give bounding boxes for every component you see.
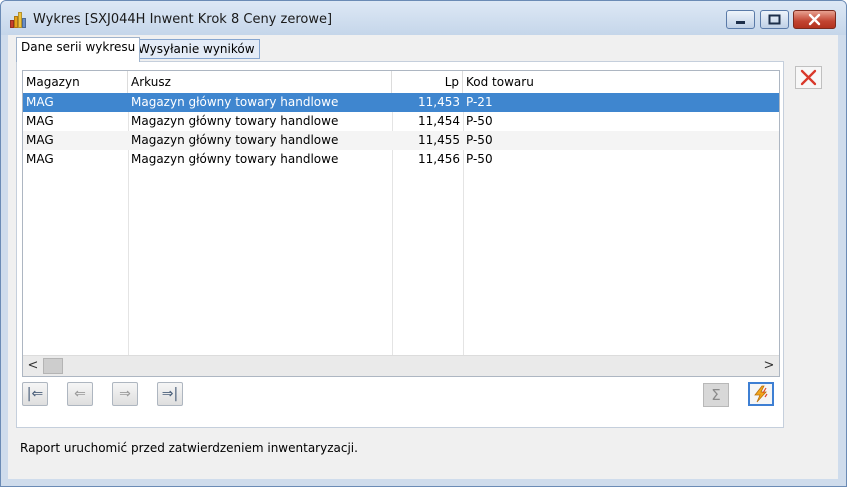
maximize-icon [768, 14, 781, 25]
close-button[interactable] [793, 10, 836, 29]
delete-button[interactable] [795, 66, 822, 89]
table-row[interactable]: MAG Magazyn główny towary handlowe 11,45… [23, 112, 779, 131]
application-window: Wykres [SXJ044H Inwent Krok 8 Ceny zerow… [0, 0, 847, 487]
cell-kod-towaru: P-21 [466, 95, 493, 109]
column-header-kod-towaru[interactable]: Kod towaru [463, 71, 779, 93]
lightning-icon [754, 385, 768, 403]
last-record-button[interactable]: ⇒| [157, 382, 183, 406]
table-row-selected[interactable]: MAG Magazyn główny towary handlowe 11,45… [23, 93, 779, 112]
tab-dane-serii-wykresu[interactable]: Dane serii wykresu [16, 37, 141, 62]
cell-arkusz: Magazyn główny towary handlowe [131, 114, 339, 128]
sum-button[interactable]: Σ [703, 383, 729, 407]
status-message: Raport uruchomić przed zatwierdzeniem in… [20, 441, 358, 455]
cell-lp: 11,456 [418, 152, 460, 166]
title-bar[interactable]: Wykres [SXJ044H Inwent Krok 8 Ceny zerow… [1, 1, 846, 35]
window-content: Dane serii wykresu Wysyłanie wyników Mag… [8, 35, 838, 479]
scroll-left-button[interactable]: < [23, 356, 43, 376]
maximize-button[interactable] [760, 10, 789, 29]
cell-lp: 11,453 [418, 95, 460, 109]
column-header-lp[interactable]: Lp [392, 71, 463, 93]
cell-lp: 11,454 [418, 114, 460, 128]
cell-arkusz: Magazyn główny towary handlowe [131, 152, 339, 166]
table-row[interactable]: MAG Magazyn główny towary handlowe 11,45… [23, 150, 779, 169]
cell-lp: 11,455 [418, 133, 460, 147]
chart-app-icon [10, 12, 28, 28]
minimize-button[interactable] [726, 10, 755, 29]
cell-arkusz: Magazyn główny towary handlowe [131, 95, 339, 109]
column-header-magazyn[interactable]: Magazyn [23, 71, 128, 93]
tab-panel: Magazyn Arkusz Lp Kod towaru MAG Magazyn… [16, 61, 784, 428]
minimize-icon [736, 21, 745, 24]
cell-magazyn: MAG [26, 95, 54, 109]
cell-arkusz: Magazyn główny towary handlowe [131, 133, 339, 147]
cell-kod-towaru: P-50 [466, 152, 493, 166]
scrollbar-thumb[interactable] [43, 358, 63, 374]
window-title: Wykres [SXJ044H Inwent Krok 8 Ceny zerow… [33, 12, 333, 27]
cell-kod-towaru: P-50 [466, 133, 493, 147]
data-grid: Magazyn Arkusz Lp Kod towaru MAG Magazyn… [22, 70, 780, 377]
column-header-arkusz[interactable]: Arkusz [128, 71, 392, 93]
cell-kod-towaru: P-50 [466, 114, 493, 128]
cell-magazyn: MAG [26, 133, 54, 147]
scroll-right-button[interactable]: > [759, 356, 779, 376]
run-report-button[interactable] [748, 382, 774, 406]
first-record-button[interactable]: |⇐ [22, 382, 48, 406]
previous-record-button[interactable]: ⇐ [67, 382, 93, 406]
delete-x-icon [800, 69, 817, 86]
horizontal-scrollbar[interactable]: < > [23, 355, 779, 376]
next-record-button[interactable]: ⇒ [112, 382, 138, 406]
close-icon [808, 13, 821, 26]
tab-wysylanie-wynikow[interactable]: Wysyłanie wyników [133, 39, 260, 59]
table-row[interactable]: MAG Magazyn główny towary handlowe 11,45… [23, 131, 779, 150]
cell-magazyn: MAG [26, 152, 54, 166]
cell-magazyn: MAG [26, 114, 54, 128]
